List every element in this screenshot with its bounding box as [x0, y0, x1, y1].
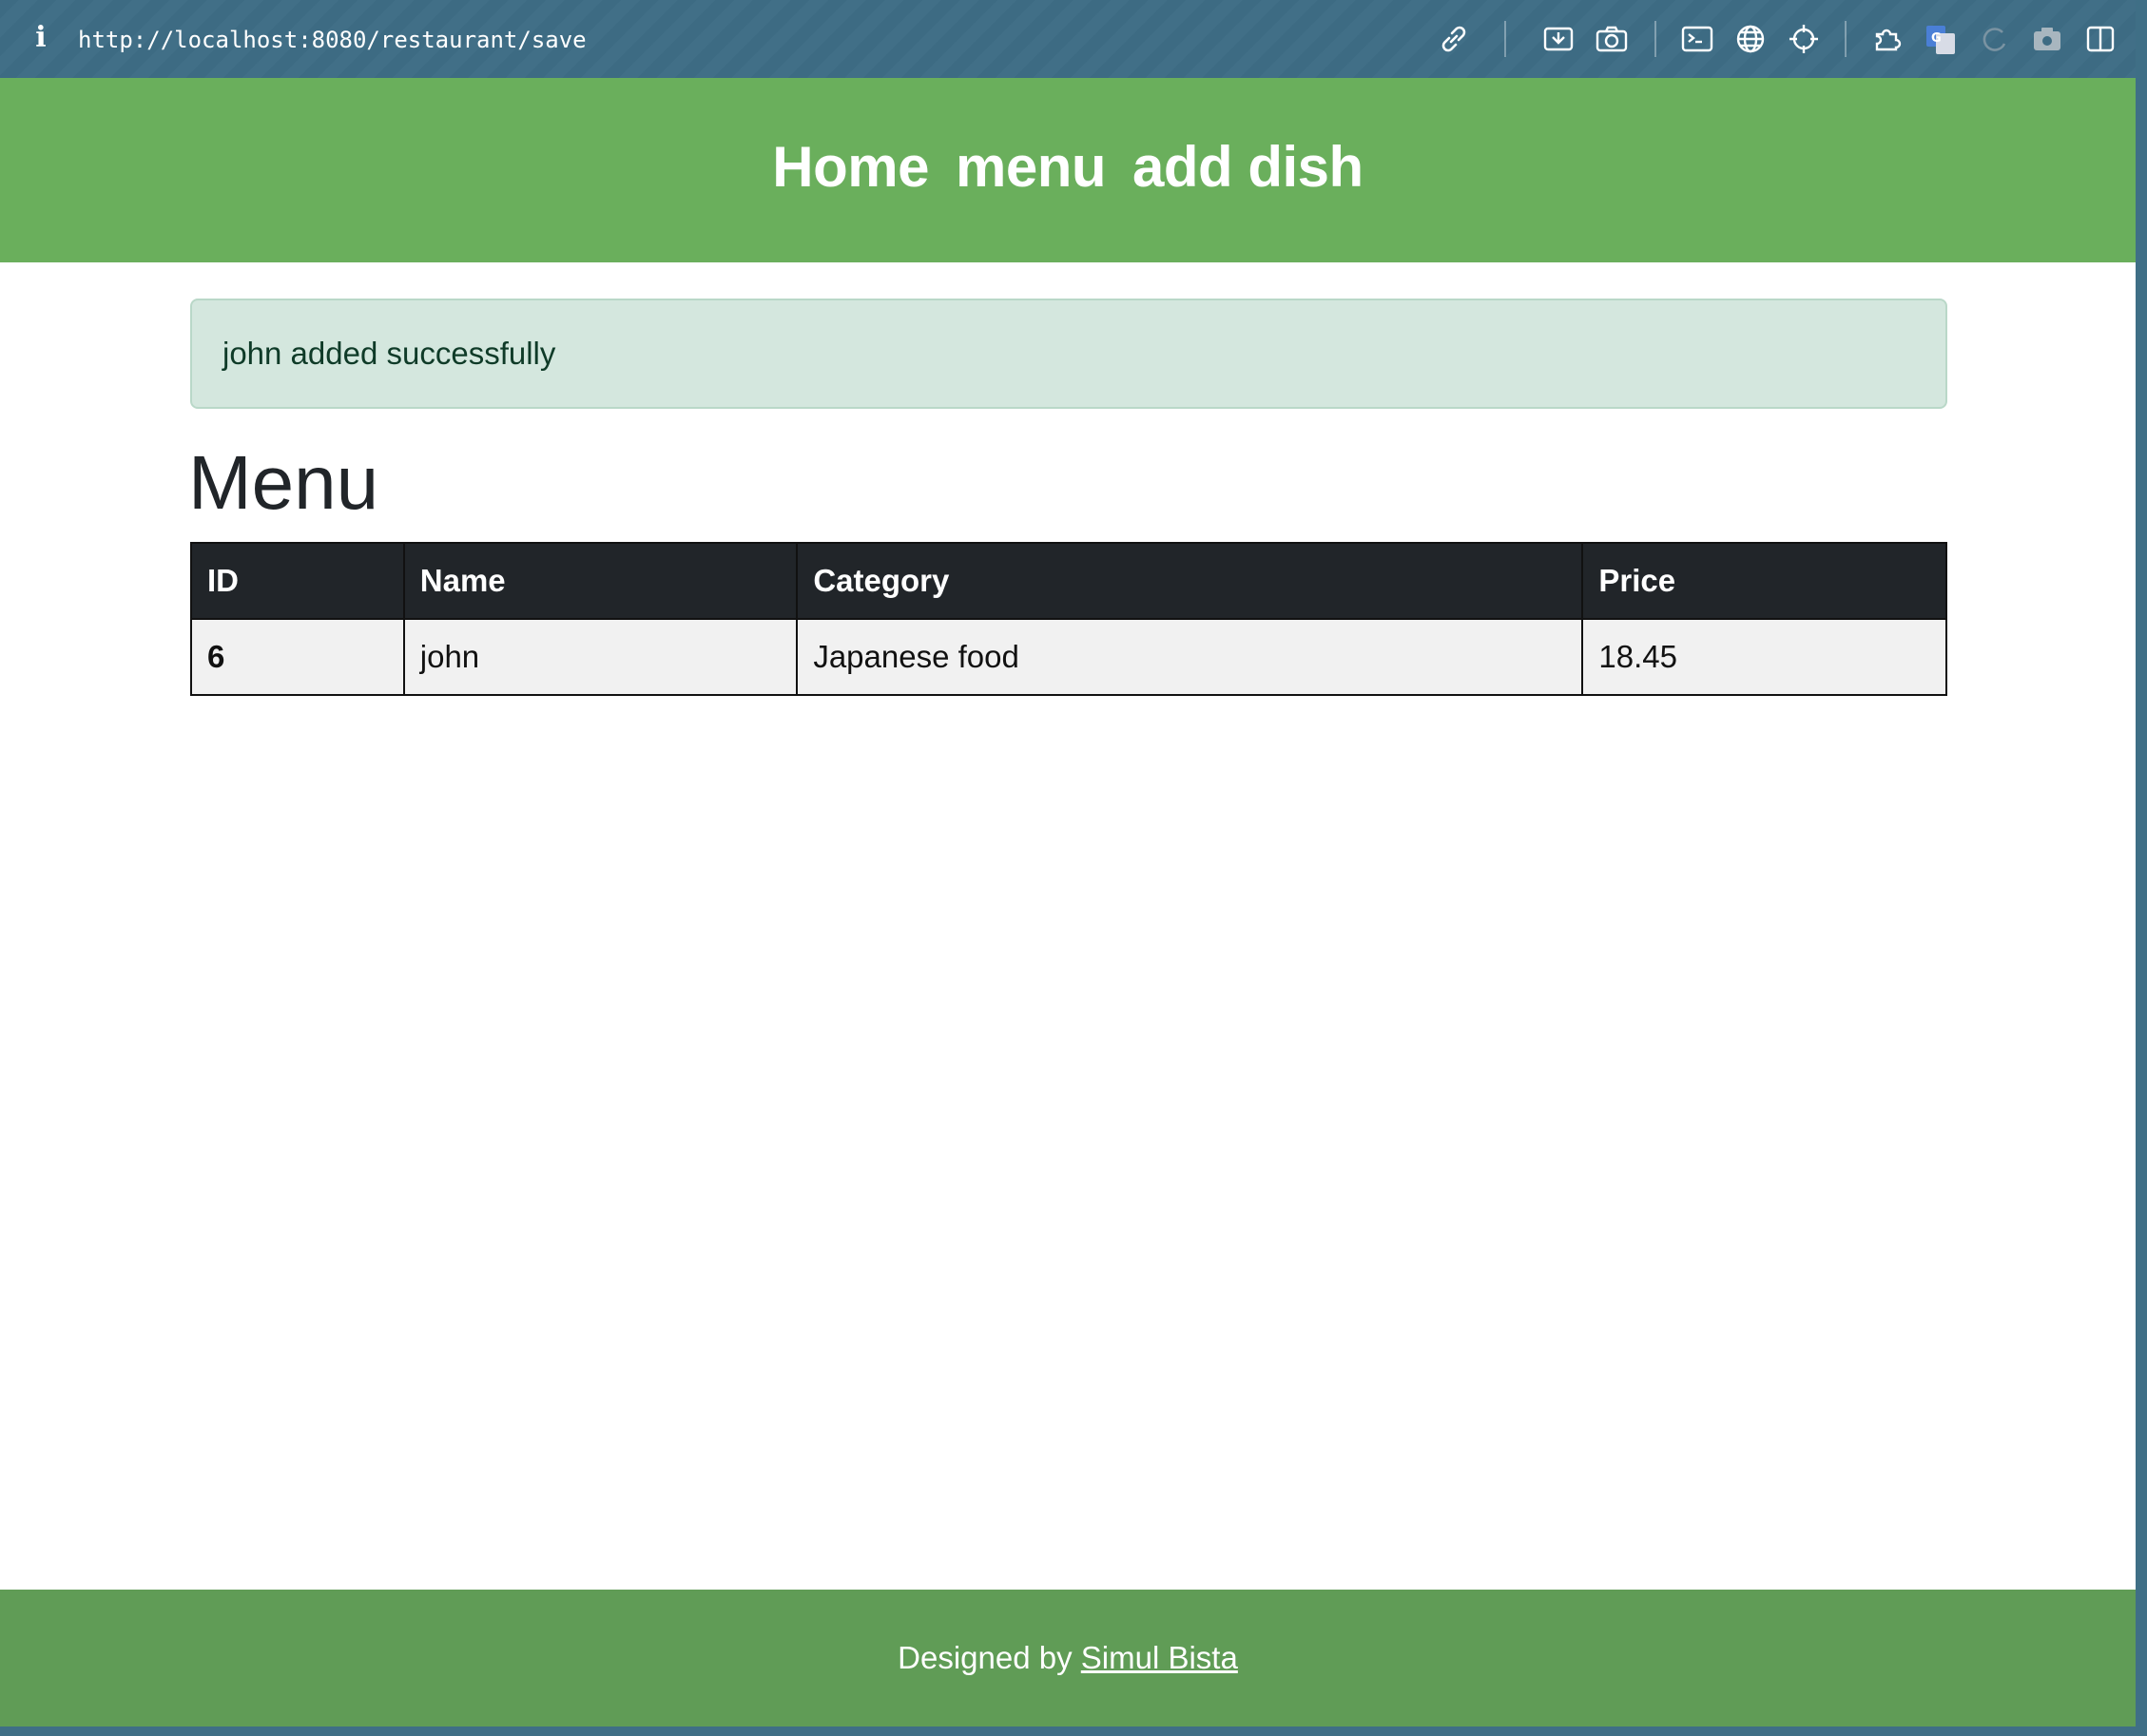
table-row: 6 john Japanese food 18.45: [190, 618, 1947, 696]
page-title: Menu: [188, 440, 379, 525]
info-icon[interactable]: i: [29, 21, 53, 55]
translate-icon[interactable]: G: [1923, 21, 1959, 57]
address-bar[interactable]: http://localhost:8080/restaurant/save: [78, 23, 587, 57]
cell-category: Japanese food: [796, 618, 1584, 696]
success-alert: john added successfully: [190, 299, 1947, 409]
footer-author-link[interactable]: Simul Bista: [1081, 1640, 1238, 1675]
footer-credit-text: Designed by: [898, 1640, 1073, 1675]
menu-table: ID Name Category Price 6 john Japanese f…: [190, 542, 1947, 696]
toolbar-separator: [1845, 21, 1847, 57]
cell-price: 18.45: [1581, 618, 1947, 696]
terminal-icon[interactable]: [1679, 21, 1715, 57]
site-footer: Designed by Simul Bista: [0, 1590, 2136, 1726]
cell-name: john: [402, 618, 799, 696]
toolbar-separator: [1654, 21, 1656, 57]
main-nav: Home menu add dish: [0, 135, 2136, 200]
nav-home-link[interactable]: Home: [772, 135, 929, 199]
camera-icon[interactable]: [1594, 21, 1630, 57]
column-header-id: ID: [190, 542, 405, 620]
screen-capture-icon[interactable]: [1540, 21, 1576, 57]
svg-text:G: G: [1931, 31, 1942, 46]
screenshot-icon[interactable]: [2029, 21, 2065, 57]
nav-menu-link[interactable]: menu: [956, 135, 1107, 199]
table-header-row: ID Name Category Price: [190, 542, 1947, 620]
sidebar-icon[interactable]: [2082, 21, 2118, 57]
crosshair-icon[interactable]: [1786, 21, 1822, 57]
site-header: Home menu add dish: [0, 78, 2136, 262]
globe-icon[interactable]: [1732, 21, 1769, 57]
reload-icon[interactable]: [1976, 21, 2012, 57]
browser-window: i http://localhost:8080/restaurant/save: [0, 0, 2136, 1726]
extensions-icon[interactable]: [1869, 21, 1905, 57]
column-header-category: Category: [796, 542, 1584, 620]
column-header-name: Name: [402, 542, 799, 620]
browser-toolbar: i http://localhost:8080/restaurant/save: [0, 0, 2136, 78]
cell-id: 6: [190, 618, 405, 696]
column-header-price: Price: [1581, 542, 1947, 620]
toolbar-separator: [1504, 21, 1506, 57]
nav-add-dish-link[interactable]: add dish: [1132, 135, 1364, 199]
link-icon[interactable]: [1436, 21, 1472, 57]
